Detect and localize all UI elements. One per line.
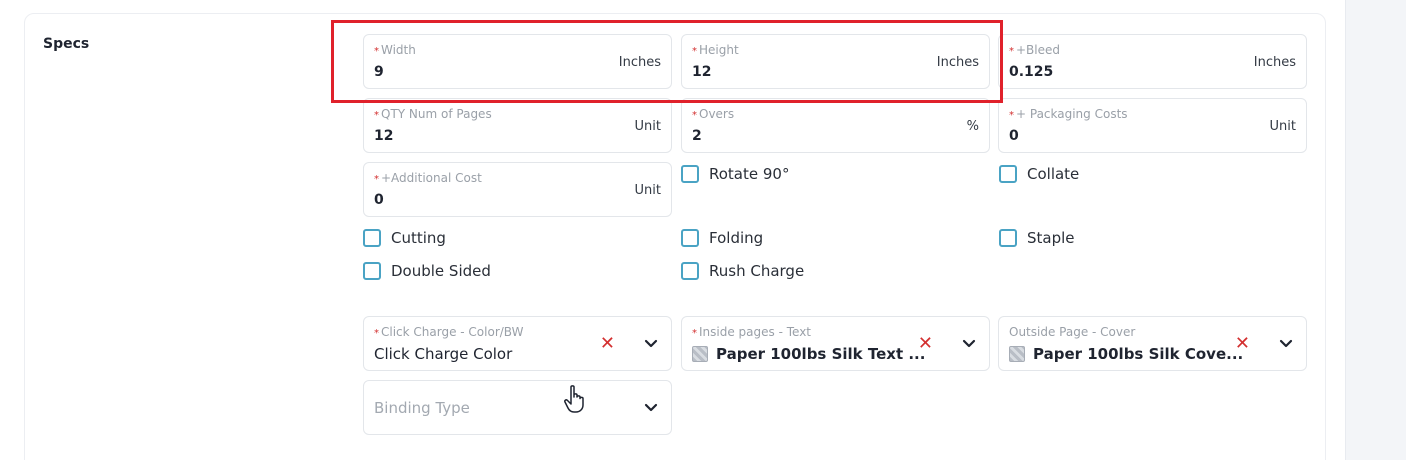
rush-charge-label: Rush Charge — [709, 262, 805, 280]
click-charge-select[interactable]: * Click Charge - Color/BW Click Charge Co… — [363, 316, 672, 371]
bleed-label: +Bleed — [1016, 43, 1061, 57]
qty-pages-value: 12 — [374, 128, 394, 144]
right-side-panel — [1345, 0, 1406, 460]
highlight-box — [331, 20, 1003, 103]
chevron-down-icon[interactable] — [643, 399, 659, 415]
packaging-costs-unit: Unit — [1269, 119, 1296, 134]
packaging-costs-field[interactable]: * + Packaging Costs 0 Unit — [998, 98, 1307, 153]
packaging-costs-label: + Packaging Costs — [1016, 107, 1128, 121]
checkbox-box[interactable] — [363, 229, 381, 247]
checkbox-box[interactable] — [681, 165, 699, 183]
double-sided-checkbox[interactable]: Double Sided — [363, 262, 491, 280]
image-icon — [1009, 346, 1025, 362]
cutting-checkbox[interactable]: Cutting — [363, 229, 446, 247]
additional-cost-field[interactable]: * +Additional Cost 0 Unit — [363, 162, 672, 217]
checkbox-box[interactable] — [681, 262, 699, 280]
staple-checkbox[interactable]: Staple — [999, 229, 1075, 247]
binding-type-placeholder: Binding Type — [374, 399, 470, 417]
bleed-field[interactable]: * +Bleed 0.125 Inches — [998, 34, 1307, 89]
checkbox-box[interactable] — [681, 229, 699, 247]
inside-pages-select[interactable]: * Inside pages - Text Paper 100lbs Silk T… — [681, 316, 990, 371]
rotate-label: Rotate 90° — [709, 165, 790, 183]
hand-pointer-icon — [564, 385, 584, 413]
qty-pages-label: QTY Num of Pages — [381, 107, 492, 121]
qty-pages-unit: Unit — [634, 119, 661, 134]
chevron-down-icon[interactable] — [643, 335, 659, 351]
x-icon[interactable]: ✕ — [1235, 333, 1250, 354]
additional-cost-value: 0 — [374, 192, 384, 208]
chevron-down-icon[interactable] — [961, 335, 977, 351]
double-sided-label: Double Sided — [391, 262, 491, 280]
checkbox-box[interactable] — [999, 165, 1017, 183]
image-icon — [692, 346, 708, 362]
folding-checkbox[interactable]: Folding — [681, 229, 763, 247]
qty-pages-field[interactable]: * QTY Num of Pages 12 Unit — [363, 98, 672, 153]
section-title: Specs — [43, 36, 90, 52]
bleed-value: 0.125 — [1009, 64, 1054, 80]
overs-field[interactable]: * Overs 2 % — [681, 98, 990, 153]
chevron-down-icon[interactable] — [1278, 335, 1294, 351]
x-icon[interactable]: ✕ — [600, 333, 615, 354]
outside-page-value: Paper 100lbs Silk Cove... — [1033, 345, 1244, 363]
collate-checkbox[interactable]: Collate — [999, 165, 1079, 183]
outside-page-select[interactable]: Outside Page - Cover Paper 100lbs Silk C… — [998, 316, 1307, 371]
binding-type-select[interactable]: Binding Type — [363, 380, 672, 435]
bleed-unit: Inches — [1253, 55, 1296, 70]
rotate-checkbox[interactable]: Rotate 90° — [681, 165, 789, 183]
click-charge-label: Click Charge - Color/BW — [381, 325, 524, 339]
packaging-costs-value: 0 — [1009, 128, 1019, 144]
overs-unit: % — [966, 119, 979, 134]
staple-label: Staple — [1027, 229, 1075, 247]
inside-pages-value: Paper 100lbs Silk Text ... — [716, 345, 926, 363]
checkbox-box[interactable] — [363, 262, 381, 280]
outside-page-label: Outside Page - Cover — [1009, 325, 1136, 339]
overs-label: Overs — [699, 107, 735, 121]
folding-label: Folding — [709, 229, 764, 247]
cutting-label: Cutting — [391, 229, 446, 247]
x-icon[interactable]: ✕ — [918, 333, 933, 354]
inside-pages-label: Inside pages - Text — [699, 325, 811, 339]
rush-charge-checkbox[interactable]: Rush Charge — [681, 262, 804, 280]
additional-cost-unit: Unit — [634, 183, 661, 198]
checkbox-box[interactable] — [999, 229, 1017, 247]
click-charge-value: Click Charge Color — [374, 345, 513, 363]
additional-cost-label: +Additional Cost — [381, 171, 482, 185]
overs-value: 2 — [692, 128, 702, 144]
collate-label: Collate — [1027, 165, 1080, 183]
